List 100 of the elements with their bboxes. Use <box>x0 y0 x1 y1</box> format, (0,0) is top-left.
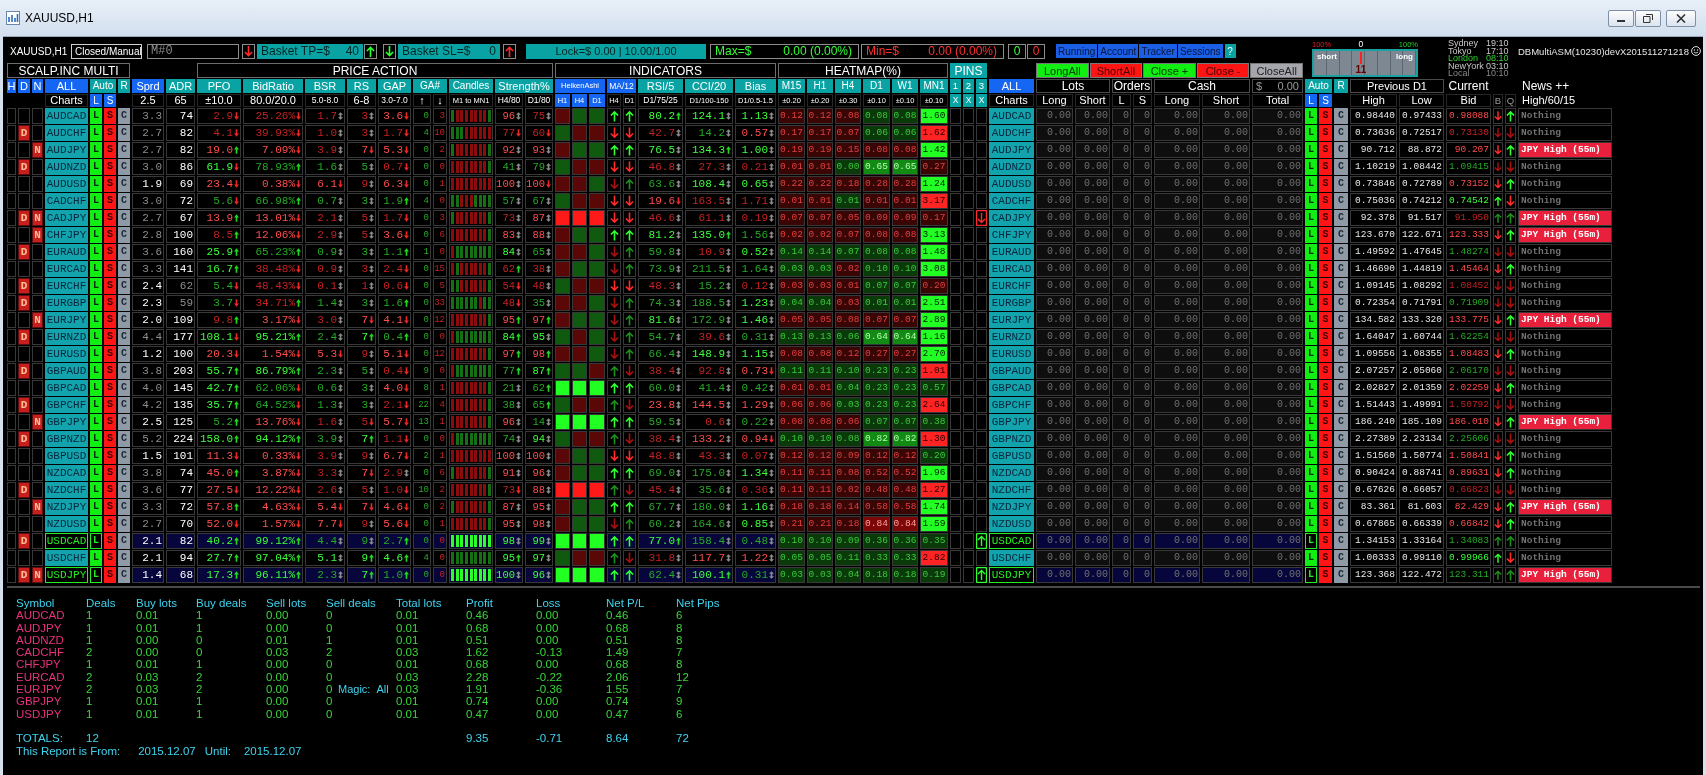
close-position-button[interactable]: C <box>1334 346 1348 362</box>
short-button[interactable]: S <box>1319 465 1332 481</box>
column-header-button[interactable]: D <box>18 79 30 93</box>
short-button[interactable]: S <box>104 465 116 481</box>
help-button[interactable]: ? <box>1224 44 1236 58</box>
symbol-button[interactable]: USDCHF <box>45 550 88 566</box>
column-header-button[interactable]: MN1 <box>920 79 948 93</box>
step-up-button[interactable] <box>364 43 377 59</box>
long-button[interactable]: L <box>1305 499 1317 515</box>
column-header-button[interactable]: D1 <box>863 79 890 93</box>
close-position-button[interactable]: C <box>118 533 130 549</box>
short-button[interactable]: S <box>104 414 116 430</box>
close-position-button[interactable]: C <box>118 295 130 311</box>
short-button[interactable]: S <box>104 193 116 209</box>
long-button[interactable]: L <box>90 448 102 464</box>
short-button[interactable]: S <box>1319 227 1332 243</box>
short-button[interactable]: S <box>104 431 116 447</box>
symbol-button[interactable]: CADCHF <box>989 193 1034 209</box>
close-position-button[interactable]: C <box>1334 465 1348 481</box>
short-button[interactable]: S <box>1319 125 1332 141</box>
long-button[interactable]: L <box>1305 533 1317 549</box>
short-button[interactable]: S <box>1319 295 1332 311</box>
basket-tp-field[interactable]: Basket TP=$ 40 <box>257 43 363 59</box>
short-button[interactable]: S <box>104 210 116 226</box>
long-button[interactable]: L <box>1305 397 1317 413</box>
column-header-button[interactable]: RS <box>347 79 376 93</box>
close-position-button[interactable]: C <box>1334 295 1348 311</box>
close-position-button[interactable]: C <box>118 227 130 243</box>
long-button[interactable]: L <box>1305 227 1317 243</box>
long-button[interactable]: L <box>1305 380 1317 396</box>
long-button[interactable]: L <box>1305 193 1317 209</box>
long-button[interactable]: L <box>90 295 102 311</box>
long-button[interactable]: L <box>1305 431 1317 447</box>
short-button[interactable]: S <box>104 142 116 158</box>
symbol-button[interactable]: GBPCHF <box>45 397 88 413</box>
short-button[interactable]: S <box>1319 244 1332 260</box>
close-position-button[interactable]: C <box>1334 261 1348 277</box>
short-button[interactable]: S <box>1319 346 1332 362</box>
column-header-button[interactable]: R <box>1334 79 1348 93</box>
long-button[interactable]: L <box>90 533 102 549</box>
short-button[interactable]: S <box>1319 431 1332 447</box>
subheader-button[interactable]: S <box>1319 94 1332 107</box>
long-button[interactable]: L <box>90 278 102 294</box>
close-position-button[interactable]: C <box>118 567 130 583</box>
column-header-button[interactable]: BSR <box>305 79 345 93</box>
close-position-button[interactable]: C <box>118 108 130 124</box>
column-header-button[interactable]: Strength% <box>495 79 553 93</box>
basket-sl-field[interactable]: Basket SL=$ 0 <box>398 43 500 59</box>
symbol-button[interactable]: EURUSD <box>989 346 1034 362</box>
subheader-button[interactable]: S <box>104 94 116 107</box>
symbol-button[interactable]: NZDUSD <box>989 516 1034 532</box>
short-button[interactable]: S <box>104 346 116 362</box>
column-header-button[interactable]: CCI/20 <box>685 79 733 93</box>
close-position-button[interactable]: C <box>118 414 130 430</box>
long-button[interactable]: L <box>90 210 102 226</box>
symbol-button[interactable]: GBPJPY <box>989 414 1034 430</box>
short-button[interactable]: S <box>1319 448 1332 464</box>
magic-number-field[interactable]: M#0 <box>147 43 239 59</box>
symbol-button[interactable]: EURGBP <box>989 295 1034 311</box>
symbol-button[interactable]: NZDCHF <box>989 482 1034 498</box>
short-button[interactable]: S <box>104 482 116 498</box>
long-button[interactable]: L <box>90 431 102 447</box>
short-button[interactable]: S <box>1319 567 1332 583</box>
symbol-button[interactable]: GBPJPY <box>45 414 88 430</box>
close-position-button[interactable]: C <box>1334 431 1348 447</box>
short-button[interactable]: S <box>1319 380 1332 396</box>
close-button[interactable] <box>1666 9 1696 27</box>
column-header-button[interactable]: 1 <box>950 79 961 93</box>
close-position-button[interactable]: C <box>118 482 130 498</box>
long-button[interactable]: L <box>1305 261 1317 277</box>
symbol-button[interactable]: AUDCHF <box>989 125 1034 141</box>
column-header-button[interactable]: W1 <box>892 79 918 93</box>
short-button[interactable]: S <box>104 516 116 532</box>
bulk-action-button[interactable]: CloseAll <box>1250 63 1303 78</box>
long-button[interactable]: L <box>1305 176 1317 192</box>
panel-button[interactable]: Sessions <box>1177 44 1223 58</box>
long-button[interactable]: L <box>90 176 102 192</box>
close-position-button[interactable]: C <box>118 363 130 379</box>
symbol-button[interactable]: EURNZD <box>989 329 1034 345</box>
long-button[interactable]: L <box>1305 108 1317 124</box>
close-position-button[interactable]: C <box>118 176 130 192</box>
close-position-button[interactable]: C <box>1334 193 1348 209</box>
close-position-button[interactable]: C <box>118 380 130 396</box>
symbol-button[interactable]: AUDJPY <box>989 142 1034 158</box>
symbol-button[interactable]: EURCAD <box>45 261 88 277</box>
symbol-button[interactable]: GBPNZD <box>45 431 88 447</box>
close-position-button[interactable]: C <box>1334 448 1348 464</box>
symbol-button[interactable]: GBPUSD <box>989 448 1034 464</box>
close-position-button[interactable]: C <box>118 142 130 158</box>
column-header-button[interactable]: MA/12 <box>607 79 636 93</box>
long-button[interactable]: L <box>1305 550 1317 566</box>
symbol-button[interactable]: GBPAUD <box>989 363 1034 379</box>
bulk-action-button[interactable]: Close - <box>1196 63 1250 78</box>
short-button[interactable]: S <box>1319 312 1332 328</box>
column-header-button[interactable]: GA# <box>413 79 447 93</box>
close-position-button[interactable]: C <box>1334 244 1348 260</box>
long-button[interactable]: L <box>90 414 102 430</box>
symbol-button[interactable]: USDCAD <box>989 533 1034 549</box>
symbol-button[interactable]: GBPCHF <box>989 397 1034 413</box>
symbol-button[interactable]: AUDNZD <box>45 159 88 175</box>
